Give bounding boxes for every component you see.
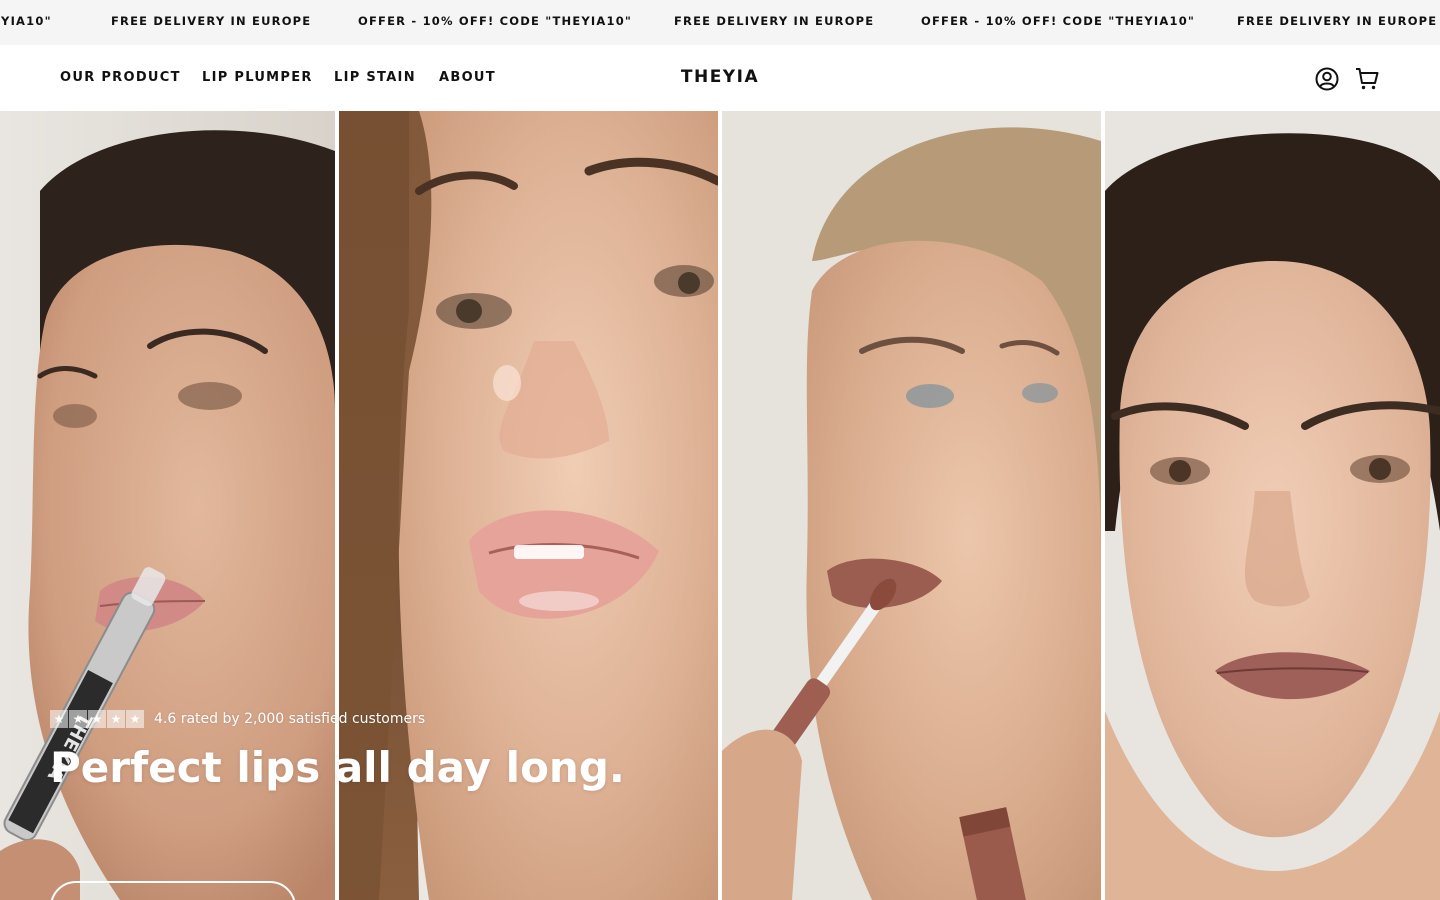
hero-section: THEYIA ★ ★ ★ ★ ★ 4.6 rated by 2,000 sati… — [0, 111, 1440, 900]
hero-photo-1: THEYIA — [0, 111, 335, 900]
nav-about[interactable]: ABOUT — [439, 70, 496, 85]
nav-our-product[interactable]: OUR PRODUCT — [60, 70, 181, 85]
hero-photo-3 — [722, 111, 1101, 900]
announcement-item: EYIA10" — [0, 14, 52, 28]
announcement-item: FREE DELIVERY IN EUROPE — [1237, 14, 1438, 28]
nav-lip-plumper[interactable]: LIP PLUMPER — [202, 70, 313, 85]
rating-text: 4.6 rated by 2,000 satisfied customers — [154, 711, 426, 727]
star-icon: ★ — [107, 710, 125, 728]
rating-stars: ★ ★ ★ ★ ★ — [50, 710, 144, 728]
site-header: OUR PRODUCT LIP PLUMPER LIP STAIN ABOUT … — [0, 45, 1440, 111]
announcement-item: OFFER - 10% OFF! CODE "THEYIA10" — [358, 14, 633, 28]
rating-row: ★ ★ ★ ★ ★ 4.6 rated by 2,000 satisfied c… — [50, 709, 425, 729]
hero-photo-2 — [339, 111, 718, 900]
announcement-item: OFFER - 10% OFF! CODE "THEYIA10" — [921, 14, 1196, 28]
announcement-bar: EYIA10" FREE DELIVERY IN EUROPE OFFER - … — [0, 0, 1440, 45]
star-icon: ★ — [126, 710, 144, 728]
star-icon: ★ — [69, 710, 87, 728]
nav-lip-stain[interactable]: LIP STAIN — [334, 70, 416, 85]
hero-cta-button[interactable] — [50, 881, 296, 900]
cart-icon[interactable] — [1354, 66, 1380, 92]
account-icon[interactable] — [1314, 66, 1340, 92]
announcement-item: FREE DELIVERY IN EUROPE — [674, 14, 875, 28]
site-logo[interactable]: THEYIA — [681, 67, 759, 87]
announcement-track: EYIA10" FREE DELIVERY IN EUROPE OFFER - … — [0, 0, 1440, 45]
star-icon: ★ — [50, 710, 68, 728]
hero-photo-4 — [1105, 111, 1440, 900]
star-icon: ★ — [88, 710, 106, 728]
announcement-item: FREE DELIVERY IN EUROPE — [111, 14, 312, 28]
